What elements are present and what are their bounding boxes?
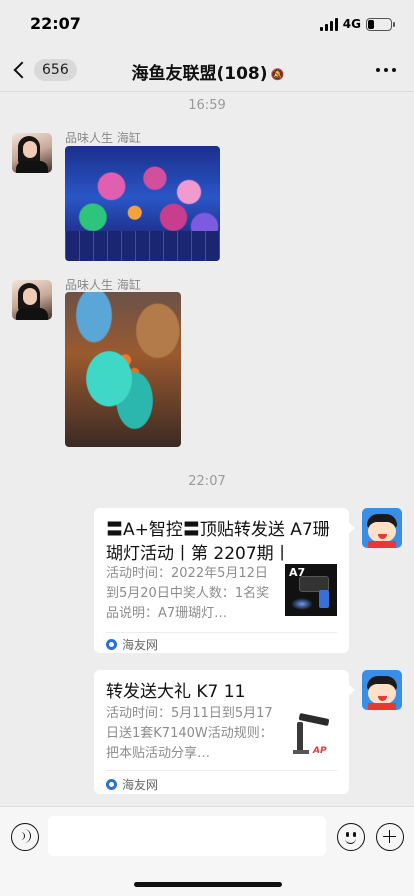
timestamp: 22:07 <box>188 474 226 489</box>
card-thumbnail: AP <box>285 708 337 760</box>
card-source-name: 海友网 <box>122 638 159 652</box>
chat-title: 海鱼友联盟(108) <box>131 64 268 84</box>
card-source: 海友网 <box>106 776 158 793</box>
more-button[interactable] <box>376 68 396 72</box>
bell-muted-icon: 🔕 <box>270 68 285 81</box>
status-bar: 22:07 4G <box>0 0 414 48</box>
self-avatar[interactable] <box>362 508 402 548</box>
image-message[interactable] <box>65 146 220 261</box>
emoji-icon[interactable] <box>337 823 365 851</box>
link-card[interactable]: 转发送大礼 K7 11 活动时间：5月11日到5月17日送1套K7140W活动规… <box>94 670 349 794</box>
sender-name: 品味人生 海缸 <box>65 131 141 145</box>
timestamp: 16:59 <box>188 98 226 113</box>
card-thumbnail: A7 <box>285 564 337 616</box>
link-card[interactable]: 〓A+智控〓顶贴转发送 A7珊瑚灯活动丨第 2207期丨 活动时间：2022年5… <box>94 508 349 653</box>
sender-name: 品味人生 海缸 <box>65 278 141 292</box>
card-source-name: 海友网 <box>122 778 159 792</box>
card-divider <box>106 632 337 633</box>
card-description: 活动时间：5月11日到5月17日送1套K7140W活动规则：把本贴活动分享… <box>106 706 273 761</box>
sender-avatar[interactable] <box>12 280 52 320</box>
chat-header: 656 海鱼友联盟(108) 🔕 <box>0 48 414 92</box>
status-time: 22:07 <box>30 14 81 33</box>
card-description: 活动时间：2022年5月12日到5月20日中奖人数：1名奖品说明：A7珊瑚灯… <box>106 566 270 621</box>
chat-title-wrap: 海鱼友联盟(108) 🔕 <box>0 59 414 84</box>
bubble-tail <box>348 684 355 696</box>
network-type: 4G <box>342 17 361 31</box>
source-logo-icon <box>106 779 117 790</box>
status-indicators: 4G <box>319 16 395 32</box>
image-message[interactable] <box>65 292 181 447</box>
card-title: 〓A+智控〓顶贴转发送 A7珊瑚灯活动丨第 2207期丨 <box>106 520 330 564</box>
self-avatar[interactable] <box>362 670 402 710</box>
sender-avatar[interactable] <box>12 133 52 173</box>
message-input[interactable] <box>48 816 326 856</box>
voice-icon[interactable] <box>11 823 39 851</box>
source-logo-icon <box>106 639 117 650</box>
plus-icon[interactable] <box>376 823 404 851</box>
home-indicator <box>134 882 282 887</box>
card-divider <box>106 770 337 771</box>
bubble-tail <box>348 522 355 534</box>
more-dots-icon <box>376 68 380 72</box>
card-source: 海友网 <box>106 636 158 653</box>
battery-icon <box>366 17 395 31</box>
signal-icon <box>319 17 338 31</box>
card-title: 转发送大礼 K7 11 <box>106 682 246 702</box>
